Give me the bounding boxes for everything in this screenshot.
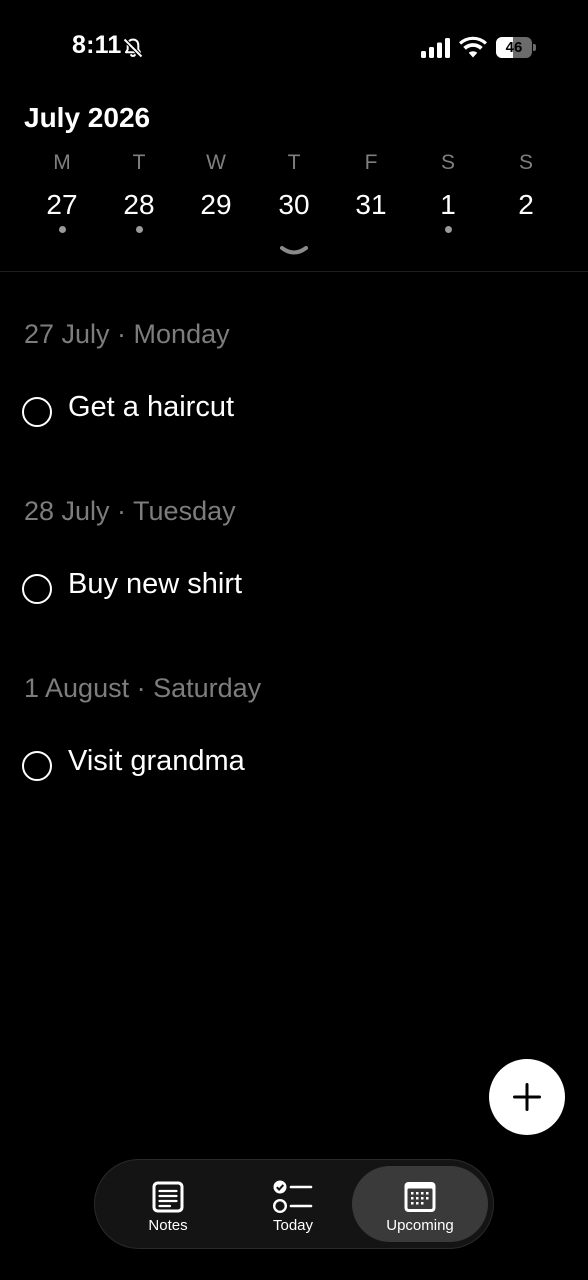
bell-slash-icon	[123, 38, 143, 58]
tab-upcoming[interactable]: Upcoming	[352, 1166, 488, 1242]
notes-icon	[152, 1181, 184, 1213]
tab-today[interactable]: Today	[231, 1166, 355, 1242]
day-number: 30	[278, 189, 310, 220]
battery-indicator: 46	[496, 37, 538, 58]
task-row[interactable]: Buy new shirt	[22, 568, 562, 615]
day-number: 28	[123, 189, 155, 220]
day-thursday[interactable]: T 30	[264, 148, 324, 240]
task-row[interactable]: Visit grandma	[22, 745, 562, 792]
day-letter: F	[364, 151, 378, 174]
month-title[interactable]: July 2026	[24, 102, 150, 134]
day-number: 29	[200, 189, 232, 220]
task-checkbox[interactable]	[22, 751, 52, 781]
divider	[0, 271, 588, 272]
task-checkbox[interactable]	[22, 397, 52, 427]
day-friday[interactable]: F 31	[341, 148, 401, 240]
day-letter: W	[206, 151, 226, 174]
day-sunday[interactable]: S 2	[496, 148, 556, 240]
tab-label: Upcoming	[386, 1217, 454, 1234]
day-tuesday[interactable]: T 28	[109, 148, 169, 240]
task-checkbox[interactable]	[22, 574, 52, 604]
day-letter: S	[518, 151, 533, 174]
section-header: 1 August · Saturday	[24, 673, 262, 703]
day-letter: T	[287, 151, 301, 174]
day-letter: S	[440, 151, 455, 174]
task-dot	[445, 226, 452, 233]
task-dot	[59, 226, 66, 233]
checklist-icon	[272, 1180, 313, 1214]
week-strip: M 27 T 28 W 29 T 30 F 31 S 1 S 2	[0, 148, 588, 248]
day-saturday[interactable]: S 1	[418, 148, 478, 240]
day-number: 1	[440, 189, 456, 220]
day-number: 31	[355, 189, 387, 220]
day-letter: T	[132, 151, 146, 174]
day-wednesday[interactable]: W 29	[186, 148, 246, 240]
battery-icon: 46	[496, 37, 532, 58]
section-header: 27 July · Monday	[24, 319, 230, 349]
tab-label: Today	[272, 1217, 314, 1234]
status-bar: 8:11 46	[0, 0, 588, 96]
wifi-icon	[459, 36, 487, 58]
task-label[interactable]: Buy new shirt	[68, 568, 242, 601]
plus-icon	[513, 1083, 541, 1111]
add-task-button[interactable]	[489, 1059, 565, 1135]
day-monday[interactable]: M 27	[32, 148, 92, 240]
task-label[interactable]: Visit grandma	[68, 745, 245, 778]
chevron-down-icon[interactable]	[279, 244, 309, 258]
task-row[interactable]: Get a haircut	[22, 391, 562, 438]
section-header: 28 July · Tuesday	[24, 496, 236, 526]
day-number: 27	[46, 189, 78, 220]
tab-notes[interactable]: Notes	[105, 1166, 231, 1242]
task-dot	[136, 226, 143, 233]
tab-bar: Notes Today Upcoming	[94, 1159, 494, 1249]
cellular-signal-icon	[421, 38, 450, 58]
day-number: 2	[518, 189, 534, 220]
status-time: 8:11	[72, 31, 122, 59]
day-letter: M	[53, 151, 71, 174]
battery-cap	[533, 44, 536, 51]
calendar-icon	[404, 1182, 436, 1212]
task-label[interactable]: Get a haircut	[68, 391, 234, 424]
battery-level: 46	[505, 39, 523, 56]
tab-label: Notes	[148, 1217, 188, 1234]
